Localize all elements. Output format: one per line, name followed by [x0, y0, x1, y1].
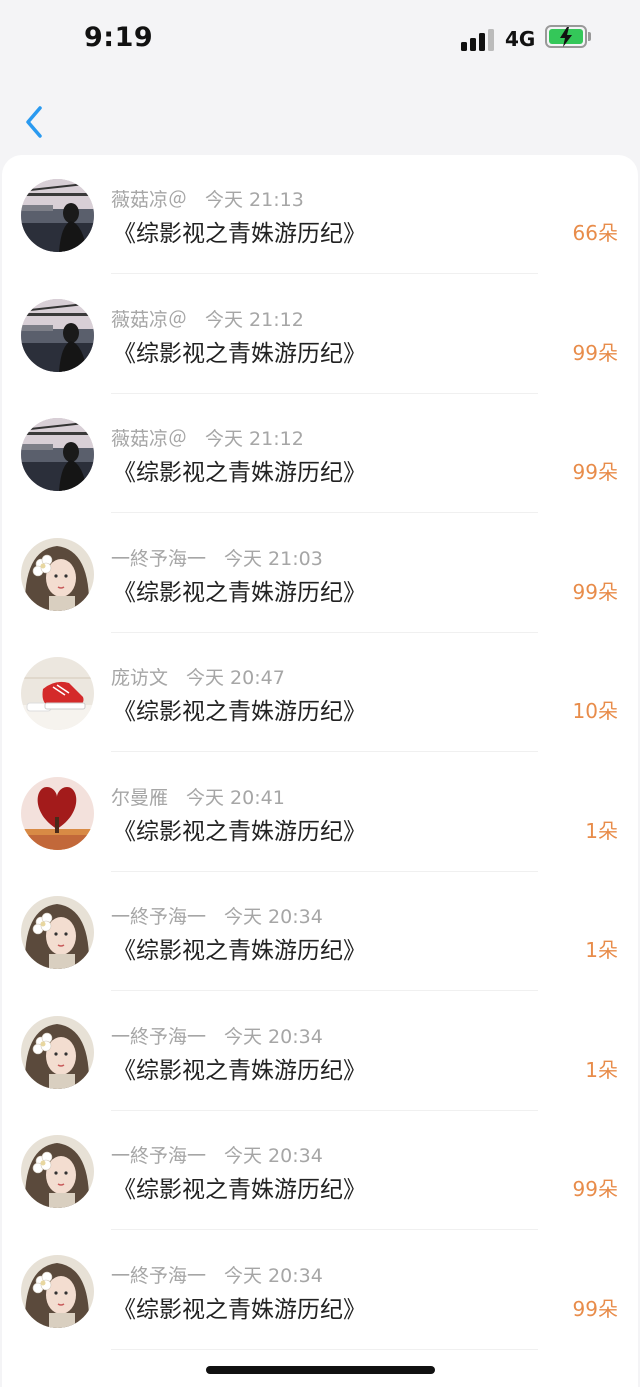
- user-avatar[interactable]: [21, 418, 94, 491]
- row-divider: [111, 1348, 538, 1350]
- username[interactable]: 一終予海一: [111, 906, 206, 928]
- username[interactable]: 薇菇凉＠: [111, 189, 187, 211]
- gift-record-row[interactable]: 庞访文 今天 20:47 《综影视之青姝游历纪》 10朵: [2, 633, 638, 752]
- back-button[interactable]: [22, 102, 50, 142]
- record-meta: 尔曼雁 今天 20:41: [111, 783, 285, 810]
- user-avatar[interactable]: [21, 179, 94, 252]
- record-time: 今天 21:12: [205, 428, 304, 450]
- record-meta: 一終予海一 今天 21:03: [111, 544, 323, 571]
- gift-record-row[interactable]: 一終予海一 今天 20:34 《综影视之青姝游历纪》 1朵: [2, 992, 638, 1111]
- user-avatar[interactable]: [21, 896, 94, 969]
- username[interactable]: 庞访文: [111, 667, 168, 689]
- flower-count: 66朵: [572, 221, 618, 245]
- gift-record-row[interactable]: 薇菇凉＠ 今天 21:13 《综影视之青姝游历纪》 66朵: [2, 155, 638, 274]
- flower-count: 99朵: [572, 579, 618, 604]
- record-meta: 一終予海一 今天 20:34: [111, 1141, 323, 1168]
- record-meta: 庞访文 今天 20:47: [111, 663, 285, 690]
- flower-count: 1朵: [585, 938, 618, 962]
- record-meta: 薇菇凉＠ 今天 21:12: [111, 305, 304, 332]
- user-avatar[interactable]: [21, 657, 94, 730]
- chevron-left-icon: [26, 106, 42, 138]
- flower-count: 99朵: [572, 1177, 618, 1201]
- gift-record-row[interactable]: 一終予海一 今天 20:34 《综影视之青姝游历纪》 99朵: [2, 1111, 638, 1230]
- user-avatar[interactable]: [21, 1015, 94, 1089]
- book-title: 《综影视之青姝游历纪》: [113, 579, 366, 606]
- user-avatar[interactable]: [21, 537, 94, 611]
- status-time: 9:19: [84, 22, 154, 53]
- record-meta: 薇菇凉＠ 今天 21:12: [111, 424, 304, 451]
- gift-record-list: 薇菇凉＠ 今天 21:13 《综影视之青姝游历纪》 66朵 薇菇凉＠ 今天 21:12 《综…: [2, 155, 638, 1387]
- gift-record-row[interactable]: 一終予海一 今天 20:34 《综影视之青姝游历纪》 99朵: [2, 1231, 638, 1350]
- book-title: 《综影视之青姝游历纪》: [113, 818, 366, 845]
- username[interactable]: 薇菇凉＠: [111, 309, 187, 331]
- book-title: 《综影视之青姝游历纪》: [113, 699, 366, 725]
- user-avatar[interactable]: [21, 1254, 94, 1328]
- record-time: 今天 20:41: [186, 786, 285, 809]
- record-time: 今天 20:47: [186, 667, 285, 689]
- gift-record-row[interactable]: 薇菇凉＠ 今天 21:12 《综影视之青姝游历纪》 99朵: [2, 394, 638, 513]
- battery-tip: [588, 32, 591, 41]
- record-time: 今天 20:34: [224, 1025, 323, 1048]
- battery-charging-icon: [545, 25, 587, 48]
- record-time: 今天 21:03: [224, 547, 323, 570]
- user-avatar[interactable]: [21, 298, 94, 372]
- username[interactable]: 一終予海一: [111, 1265, 206, 1287]
- gift-record-row[interactable]: 薇菇凉＠ 今天 21:12 《综影视之青姝游历纪》 99朵: [2, 275, 638, 394]
- username[interactable]: 薇菇凉＠: [111, 428, 187, 450]
- book-title: 《综影视之青姝游历纪》: [113, 221, 366, 247]
- record-meta: 一終予海一 今天 20:34: [111, 902, 323, 929]
- record-time: 今天 20:34: [224, 1264, 323, 1287]
- record-time: 今天 20:34: [224, 1145, 323, 1167]
- book-title: 《综影视之青姝游历纪》: [113, 1177, 366, 1203]
- status-bar: 9:19 4G: [0, 0, 640, 80]
- flower-count: 99朵: [572, 460, 618, 484]
- flower-count: 10朵: [572, 699, 618, 723]
- book-title: 《综影视之青姝游历纪》: [113, 938, 366, 964]
- record-time: 今天 21:13: [205, 189, 304, 211]
- book-title: 《综影视之青姝游历纪》: [113, 460, 366, 486]
- gift-record-row[interactable]: 尔曼雁 今天 20:41 《综影视之青姝游历纪》 1朵: [2, 753, 638, 872]
- user-avatar[interactable]: [21, 776, 94, 850]
- flower-count: 99朵: [572, 340, 618, 365]
- cellular-signal-icon: [461, 27, 495, 51]
- record-meta: 薇菇凉＠ 今天 21:13: [111, 185, 304, 212]
- username[interactable]: 尔曼雁: [111, 787, 168, 809]
- flower-count: 1朵: [585, 818, 618, 843]
- book-title: 《综影视之青姝游历纪》: [113, 1296, 366, 1323]
- flower-count: 99朵: [572, 1296, 618, 1321]
- username[interactable]: 一終予海一: [111, 1026, 206, 1048]
- home-indicator: [206, 1366, 435, 1374]
- navigation-bar: [0, 80, 640, 156]
- username[interactable]: 一終予海一: [111, 1145, 206, 1167]
- user-avatar[interactable]: [21, 1135, 94, 1208]
- book-title: 《综影视之青姝游历纪》: [113, 1057, 366, 1084]
- record-time: 今天 20:34: [224, 906, 323, 928]
- network-type: 4G: [505, 27, 536, 51]
- record-meta: 一終予海一 今天 20:34: [111, 1022, 323, 1049]
- book-title: 《综影视之青姝游历纪》: [113, 340, 366, 367]
- gift-record-row[interactable]: 一終予海一 今天 21:03 《综影视之青姝游历纪》 99朵: [2, 514, 638, 633]
- gift-record-row[interactable]: 一終予海一 今天 20:34 《综影视之青姝游历纪》 1朵: [2, 872, 638, 991]
- record-meta: 一終予海一 今天 20:34: [111, 1261, 323, 1288]
- username[interactable]: 一終予海一: [111, 548, 206, 570]
- flower-count: 1朵: [585, 1057, 618, 1082]
- record-time: 今天 21:12: [205, 308, 304, 331]
